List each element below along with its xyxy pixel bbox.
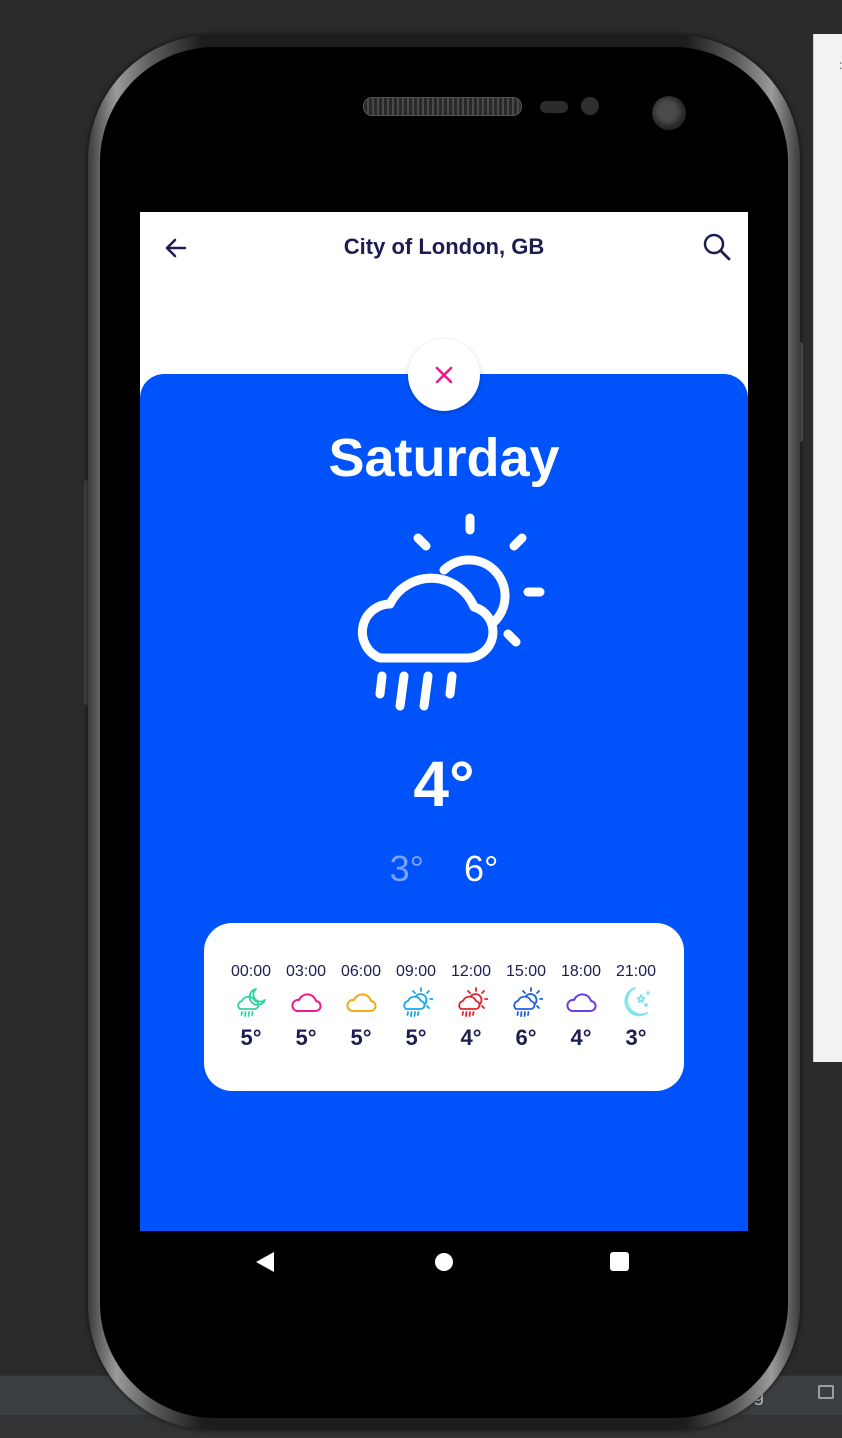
nav-home-icon[interactable] bbox=[435, 1253, 453, 1271]
max-temperature: 6° bbox=[464, 848, 499, 889]
moon-stars-icon bbox=[624, 987, 650, 1017]
cloud-icon bbox=[346, 993, 377, 1012]
hourly-item: 00:00 5° bbox=[223, 961, 279, 1051]
front-camera bbox=[652, 96, 686, 130]
cloud-sun-rain-icon bbox=[357, 513, 545, 711]
hourly-time: 09:00 bbox=[395, 963, 437, 980]
nav-recents-icon[interactable] bbox=[610, 1252, 629, 1271]
hourly-temperature: 3° bbox=[625, 1025, 647, 1050]
nav-back-icon[interactable] bbox=[256, 1252, 274, 1272]
hourly-time: 21:00 bbox=[615, 963, 657, 980]
temperature-range: 3° 6° bbox=[140, 848, 748, 890]
hourly-temperature: 5° bbox=[295, 1025, 317, 1050]
close-button[interactable] bbox=[408, 339, 480, 411]
app-bar: City of London, GB bbox=[140, 212, 748, 284]
window-icon[interactable] bbox=[818, 1385, 834, 1399]
cloud-sun-rain-icon bbox=[458, 987, 488, 1017]
hourly-time: 06:00 bbox=[340, 963, 382, 980]
hourly-temperature: 6° bbox=[515, 1025, 537, 1050]
phone-speaker bbox=[363, 97, 522, 116]
hourly-item: 09:00 5° bbox=[388, 961, 444, 1051]
hourly-time: 12:00 bbox=[450, 963, 492, 980]
hourly-temperature: 5° bbox=[240, 1025, 262, 1050]
hourly-temperature: 5° bbox=[405, 1025, 427, 1050]
min-temperature: 3° bbox=[389, 848, 424, 889]
search-icon bbox=[703, 233, 731, 261]
moon-cloud-rain-icon bbox=[237, 988, 266, 1017]
cloud-icon bbox=[566, 993, 597, 1012]
search-button[interactable] bbox=[700, 230, 734, 264]
day-title: Saturday bbox=[328, 428, 560, 488]
hourly-item: 06:00 5° bbox=[333, 961, 389, 1051]
close-icon bbox=[435, 366, 453, 384]
hourly-item: 12:00 4° bbox=[443, 961, 499, 1051]
phone-sensor bbox=[540, 101, 568, 113]
cloud-icon bbox=[291, 993, 322, 1012]
phone-sensor-dot bbox=[581, 97, 599, 115]
cloud-sun-rain-icon bbox=[513, 987, 543, 1017]
hourly-item: 18:00 4° bbox=[553, 961, 609, 1051]
current-temperature: 4° bbox=[413, 748, 475, 820]
hourly-time: 15:00 bbox=[505, 963, 547, 980]
hourly-temperature: 4° bbox=[570, 1025, 592, 1050]
hourly-temperature: 4° bbox=[460, 1025, 482, 1050]
ide-side-panel: : bbox=[813, 34, 842, 1062]
hourly-forecast-card: 00:00 5° 03:00 5° 06:00 5° 09:00 5° 12:00 4° 15… bbox=[204, 923, 684, 1091]
hourly-time: 00:00 bbox=[230, 963, 272, 980]
page-title: City of London, GB bbox=[343, 234, 545, 259]
hourly-item: 03:00 5° bbox=[278, 961, 334, 1051]
app-screen: City of London, GB Saturday 4° 3° 6° 00:… bbox=[140, 212, 748, 1231]
hourly-item: 21:00 3° bbox=[608, 961, 664, 1051]
hourly-item: 15:00 6° bbox=[498, 961, 554, 1051]
hourly-time: 18:00 bbox=[560, 963, 602, 980]
hourly-temperature: 5° bbox=[350, 1025, 372, 1050]
cloud-sun-rain-icon bbox=[403, 987, 433, 1017]
hourly-time: 03:00 bbox=[285, 963, 327, 980]
